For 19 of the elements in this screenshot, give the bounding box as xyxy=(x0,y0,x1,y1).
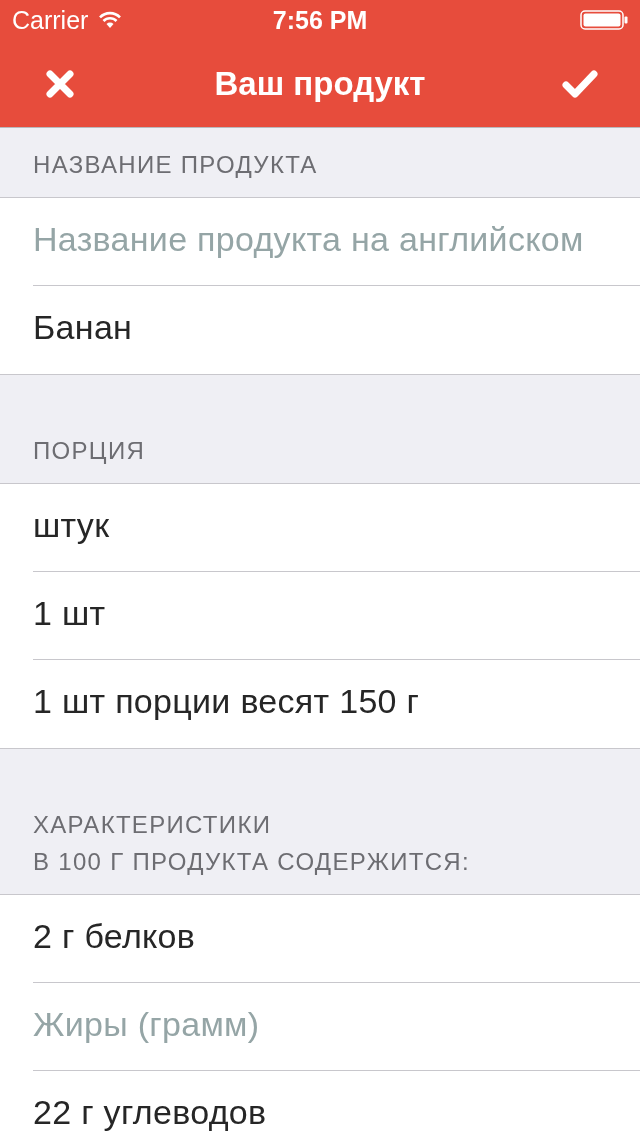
text-field[interactable]: Название продукта на английском xyxy=(0,198,640,286)
wifi-icon xyxy=(98,11,123,29)
text-field[interactable]: Банан xyxy=(0,286,640,374)
section-header: В 100 Г ПРОДУКТА СОДЕРЖИТСЯ: xyxy=(33,847,470,877)
text-field[interactable]: Жиры (грамм) xyxy=(0,983,640,1071)
screen-title: Ваш продукт xyxy=(214,64,426,103)
text-field[interactable]: штук xyxy=(0,484,640,572)
checkmark-icon xyxy=(562,69,598,98)
text-field[interactable]: 1 шт порции весят 150 г xyxy=(0,660,640,748)
section-header: ХАРАКТЕРИСТИКИ xyxy=(33,810,272,840)
status-time: 7:56 PM xyxy=(272,5,368,35)
text-field[interactable]: 1 шт xyxy=(0,572,640,660)
section-header: НАЗВАНИЕ ПРОДУКТА xyxy=(33,150,318,180)
carrier-label: Carrier xyxy=(12,5,89,35)
section-header: ПОРЦИЯ xyxy=(33,436,146,466)
text-field[interactable]: 22 г углеводов xyxy=(0,1071,640,1136)
battery-icon xyxy=(580,10,628,30)
close-icon xyxy=(46,69,74,98)
text-field[interactable]: 2 г белков xyxy=(0,895,640,983)
